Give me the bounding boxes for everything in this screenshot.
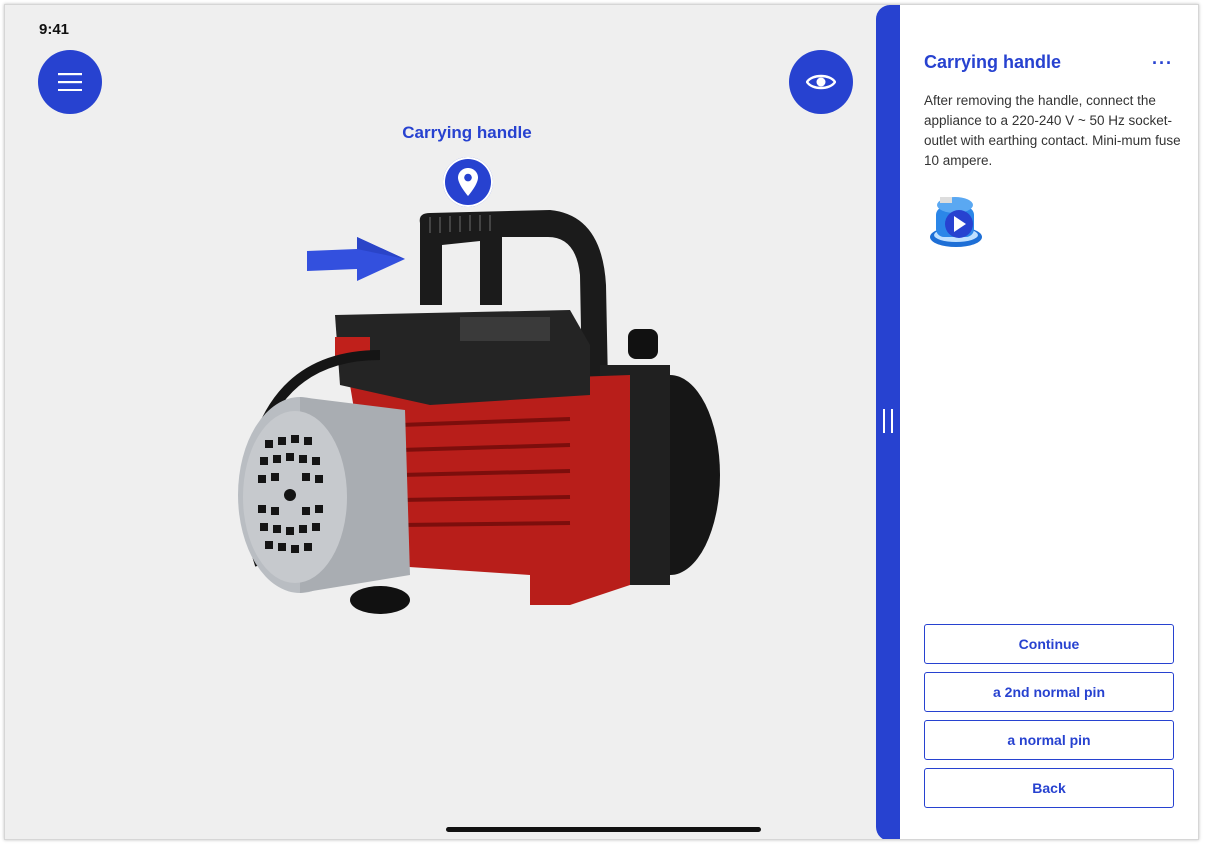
location-pin-button[interactable] [443,157,493,207]
play-icon [945,210,973,238]
back-button[interactable]: Back [924,768,1174,808]
normal-pin-button[interactable]: a normal pin [924,720,1174,760]
drag-grip-icon[interactable] [883,409,893,433]
panel-description: After removing the handle, connect the a… [924,93,1181,168]
app-screen: 9:41 Carrying handle Carrying handle ···… [4,4,1199,840]
more-options-button[interactable]: ··· [1152,53,1173,74]
eye-icon [806,74,836,90]
menu-button[interactable] [38,50,102,114]
location-pin-icon [458,168,478,196]
video-thumbnail[interactable] [928,193,988,253]
hamburger-menu-icon [58,73,82,91]
status-time: 9:41 [39,21,70,38]
home-indicator [446,827,761,832]
water-pump-image [238,210,720,614]
second-normal-pin-button[interactable]: a 2nd normal pin [924,672,1174,712]
panel-title: Carrying handle [924,52,1062,72]
pin-label[interactable]: Carrying handle [335,123,599,143]
continue-button[interactable]: Continue [924,624,1174,664]
visibility-button[interactable] [789,50,853,114]
panel-drag-bar[interactable] [876,5,900,839]
info-side-panel: Carrying handle ··· After removing the h… [876,5,1198,839]
